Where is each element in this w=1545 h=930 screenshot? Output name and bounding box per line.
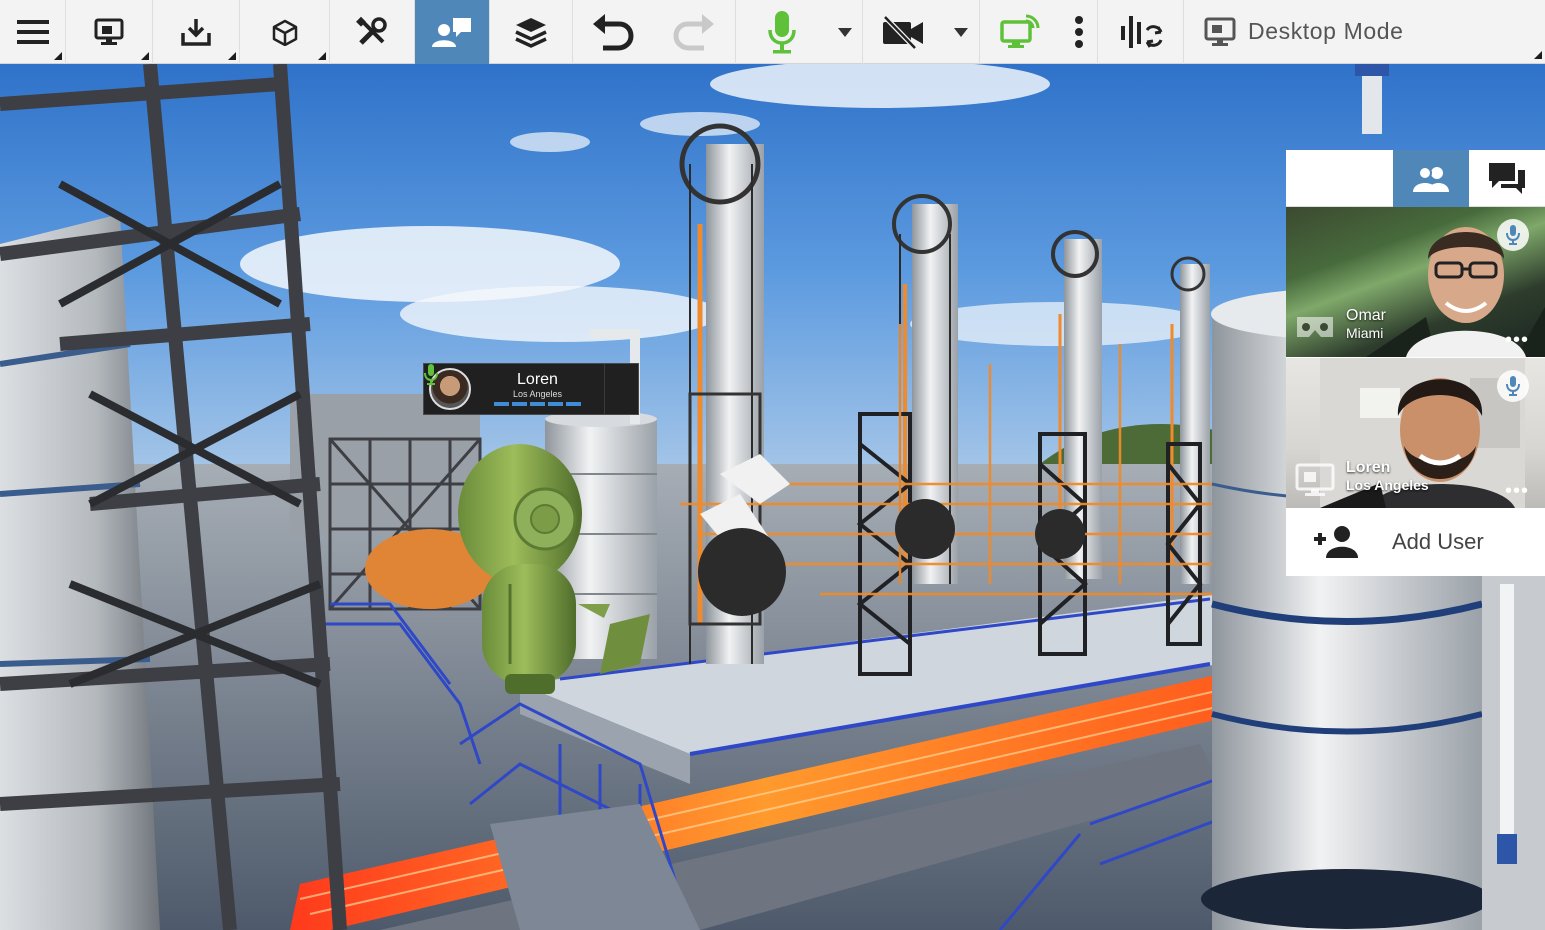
tools-icon [356,16,387,45]
undo-button[interactable] [573,0,653,64]
participant-info: Omar Miami [1346,307,1386,341]
avatar-nametag[interactable]: Loren Los Angeles [423,363,639,415]
submenu-indicator [141,52,149,60]
desktop-mode-button[interactable]: Desktop Mode [1184,0,1545,63]
add-user-label: Add User [1392,529,1484,554]
participant-mic-button[interactable] [1497,370,1529,402]
participant-name: Omar [1346,307,1386,324]
participant-name: Loren [1346,459,1391,476]
chevron-down-icon [954,27,968,37]
monitor-icon [94,18,124,45]
collaboration-button[interactable] [415,0,490,64]
present-button[interactable] [66,0,153,64]
screen-share-button[interactable] [980,0,1060,64]
more-button[interactable] [1060,0,1098,64]
microphone-icon [1506,225,1520,245]
microphone-dropdown[interactable] [828,0,863,64]
vr-headset-icon [1297,317,1333,337]
download-icon [181,19,211,46]
undo-icon [593,14,634,51]
audio-levels-icon [1120,16,1162,48]
layers-button[interactable] [490,0,573,64]
camera-off-icon [883,15,923,49]
microphone-icon [424,364,438,385]
camera-button[interactable] [863,0,943,64]
add-user-icon [1314,526,1358,558]
desktop-mode-label: Desktop Mode [1248,18,1404,44]
chat-icon [1489,162,1525,194]
avatar-info: Loren Los Angeles [471,370,604,406]
audio-level-bars [471,401,604,406]
submenu-indicator [318,52,326,60]
participant-more-button[interactable]: ••• [1505,329,1529,352]
menu-button[interactable] [0,0,66,64]
microphone-button[interactable] [736,0,828,64]
participant-mic-button[interactable] [1497,219,1529,251]
toolbar: Desktop Mode [0,0,1545,64]
redo-icon [673,14,714,51]
participant-location: Miami [1346,325,1384,342]
user-chat-icon [432,18,471,47]
chevron-down-icon [838,27,852,37]
audio-settings-button[interactable] [1098,0,1184,64]
add-user-button[interactable]: Add User [1286,508,1545,576]
participant-location: Los Angeles [1346,477,1429,494]
users-icon [1413,165,1449,192]
tab-users[interactable] [1393,150,1469,207]
participant-tile[interactable]: Loren Los Angeles ••• [1286,358,1545,508]
avatar-location: Los Angeles [512,388,563,399]
microphone-icon [1506,376,1520,396]
avatar-name: Loren [517,370,558,388]
more-vertical-icon [1074,16,1083,48]
participant-more-button[interactable]: ••• [1505,480,1529,503]
panel-tabs [1286,150,1545,207]
desktop-icon [1204,17,1236,46]
redo-button[interactable] [653,0,736,64]
cube-icon [272,19,297,46]
participant-tile[interactable]: Omar Miami ••• [1286,207,1545,357]
camera-dropdown[interactable] [943,0,980,64]
tools-button[interactable] [330,0,415,64]
import-button[interactable] [153,0,240,64]
layers-icon [515,18,547,48]
desktop-icon [1295,463,1335,496]
submenu-indicator [54,52,62,60]
participants-panel: Omar Miami ••• Loren Los Angeles ••• Add… [1286,150,1545,576]
submenu-indicator [1534,51,1542,59]
participant-info: Loren Los Angeles [1346,459,1429,493]
hamburger-menu-icon [16,20,49,44]
cast-screen-icon [1000,14,1040,48]
microphone-icon [768,11,796,54]
model-button[interactable] [240,0,330,64]
submenu-indicator [228,52,236,60]
avatar-mic-status [424,364,638,414]
tab-chat[interactable] [1469,150,1545,207]
